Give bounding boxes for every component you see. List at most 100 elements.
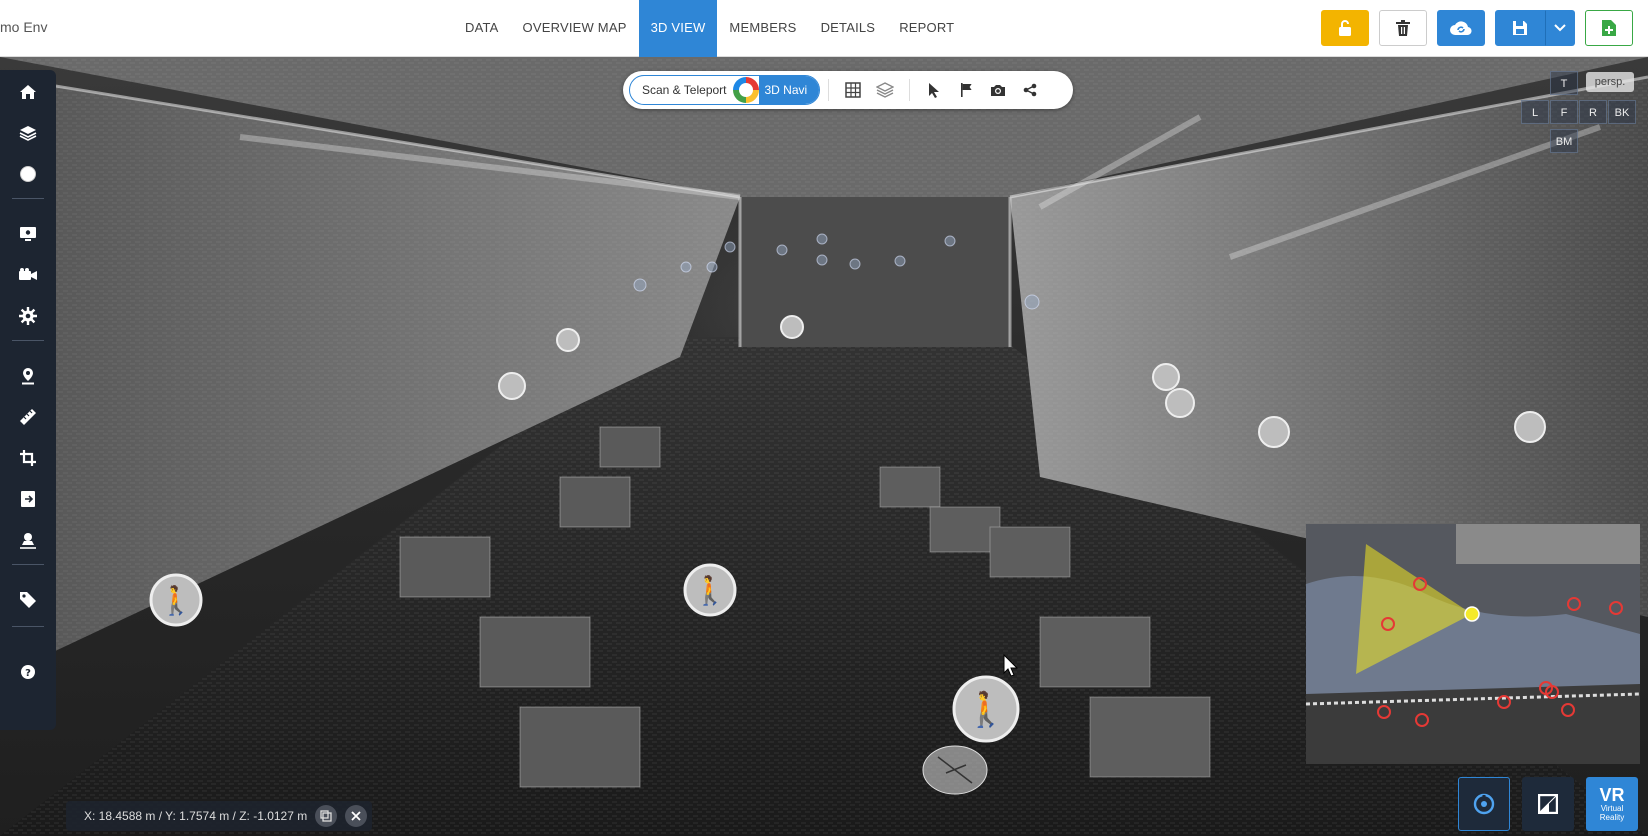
cloud-sync-button[interactable]: [1437, 10, 1485, 46]
tab-members[interactable]: MEMBERS: [717, 0, 808, 57]
layers-icon: [876, 82, 895, 98]
add-file-icon: [1602, 20, 1616, 36]
scan-station-icon: [20, 533, 36, 549]
sidebar-divider: [12, 564, 44, 565]
tab-3d-view[interactable]: 3D VIEW: [638, 0, 718, 57]
fullscreen-icon: [1538, 794, 1558, 814]
chevron-down-icon: [1554, 24, 1566, 32]
toolbar-separator: [828, 79, 830, 101]
layers-button[interactable]: [872, 77, 898, 103]
view-front[interactable]: F: [1550, 100, 1578, 124]
save-icon: [1513, 21, 1527, 35]
view-left[interactable]: L: [1521, 100, 1549, 124]
compass-icon: [1473, 793, 1495, 815]
header-actions: [1321, 10, 1633, 46]
sphere-icon: [20, 166, 36, 182]
toolbar-separator: [909, 79, 911, 101]
tag-icon: [20, 592, 36, 608]
gear-icon: [19, 307, 37, 325]
copy-coordinates-button[interactable]: [315, 805, 338, 827]
navi-ring-icon: [732, 77, 759, 103]
svg-text:🚶: 🚶: [965, 690, 1007, 730]
home-icon: [20, 85, 36, 99]
sidebar-item-home[interactable]: [16, 80, 40, 104]
compass-button[interactable]: [1458, 777, 1510, 831]
grid-icon: [845, 82, 861, 98]
minimap-canvas: [1306, 524, 1640, 764]
crop-icon: [20, 450, 36, 466]
vr-label-line2: Reality: [1599, 813, 1625, 822]
cloud-sync-icon: [1450, 21, 1472, 36]
save-split-button: [1495, 10, 1575, 46]
sidebar-divider: [12, 626, 44, 627]
video-camera-icon: [19, 268, 37, 280]
save-button[interactable]: [1495, 10, 1545, 46]
scan-teleport-option[interactable]: Scan & Teleport: [630, 76, 732, 104]
screenshot-button[interactable]: [985, 77, 1011, 103]
export-icon: [21, 491, 35, 507]
sidebar-item-export[interactable]: [16, 487, 40, 511]
share-button[interactable]: [1017, 77, 1043, 103]
monitor-icon: [20, 227, 36, 241]
select-button[interactable]: [921, 77, 947, 103]
delete-button[interactable]: [1379, 10, 1427, 46]
sidebar-item-settings[interactable]: [16, 304, 40, 328]
location-pin-icon: [22, 368, 34, 385]
navigation-mode-toggle[interactable]: Scan & Teleport 3D Navi: [629, 75, 821, 105]
sidebar-item-crop[interactable]: [16, 446, 40, 470]
camera-icon: [991, 85, 1006, 96]
share-icon: [1023, 83, 1037, 97]
sidebar-item-video[interactable]: [16, 263, 40, 287]
tab-details[interactable]: DETAILS: [809, 0, 888, 57]
app-window: mo Env DATA OVERVIEW MAP 3D VIEW MEMBERS…: [0, 0, 1648, 836]
save-options-button[interactable]: [1545, 10, 1575, 46]
close-icon: [351, 811, 361, 821]
vr-label-line1: Virtual: [1600, 804, 1624, 813]
left-sidebar: ?: [0, 70, 56, 730]
sidebar-divider: [12, 198, 44, 199]
view-bottom[interactable]: BM: [1550, 129, 1578, 153]
sidebar-item-measure[interactable]: [16, 405, 40, 429]
main-tabs: DATA OVERVIEW MAP 3D VIEW MEMBERS DETAIL…: [453, 0, 966, 57]
grid-button[interactable]: [840, 77, 866, 103]
close-coordinates-button[interactable]: [345, 805, 368, 827]
trash-icon: [1396, 20, 1410, 36]
vr-icon: VR: [1599, 785, 1625, 805]
sidebar-item-help[interactable]: ?: [16, 660, 40, 684]
project-title: mo Env: [0, 19, 48, 35]
layers-icon: [19, 126, 37, 141]
flag-icon: [961, 83, 972, 97]
virtual-reality-button[interactable]: VR Virtual Reality: [1586, 777, 1638, 831]
unlock-icon: [1339, 20, 1351, 36]
coordinates-readout: X: 18.4588 m / Y: 1.7574 m / Z: -1.0127 …: [66, 801, 372, 831]
fullscreen-button[interactable]: [1522, 777, 1574, 831]
tab-data[interactable]: DATA: [453, 0, 511, 57]
pointer-icon: [929, 83, 940, 98]
view-right[interactable]: R: [1579, 100, 1607, 124]
view-toolbar: Scan & Teleport 3D Navi: [623, 71, 1073, 109]
ruler-icon: [20, 409, 36, 425]
sidebar-item-sphere[interactable]: [16, 162, 40, 186]
tab-overview-map[interactable]: OVERVIEW MAP: [511, 0, 639, 57]
projection-toggle[interactable]: persp.: [1586, 72, 1634, 92]
sidebar-item-layers[interactable]: [16, 121, 40, 145]
overview-minimap[interactable]: [1306, 524, 1640, 764]
sidebar-item-tags[interactable]: [16, 588, 40, 612]
unlock-button[interactable]: [1321, 10, 1369, 46]
view-back[interactable]: BK: [1608, 100, 1636, 124]
copy-icon: [320, 810, 332, 822]
3d-navi-option[interactable]: 3D Navi: [758, 76, 820, 104]
add-file-button[interactable]: [1585, 10, 1633, 46]
flag-button[interactable]: [953, 77, 979, 103]
tab-report[interactable]: REPORT: [887, 0, 966, 57]
top-bar: mo Env DATA OVERVIEW MAP 3D VIEW MEMBERS…: [0, 0, 1648, 57]
svg-text:🚶: 🚶: [159, 584, 194, 617]
sidebar-item-monitor[interactable]: [16, 222, 40, 246]
sidebar-divider: [12, 340, 44, 341]
sidebar-item-scan-station[interactable]: [16, 528, 40, 552]
view-top[interactable]: T: [1550, 71, 1578, 95]
svg-text:🚶: 🚶: [693, 574, 728, 607]
coordinates-text: X: 18.4588 m / Y: 1.7574 m / Z: -1.0127 …: [84, 809, 308, 823]
help-icon: ?: [21, 665, 35, 679]
sidebar-item-location[interactable]: [16, 364, 40, 388]
